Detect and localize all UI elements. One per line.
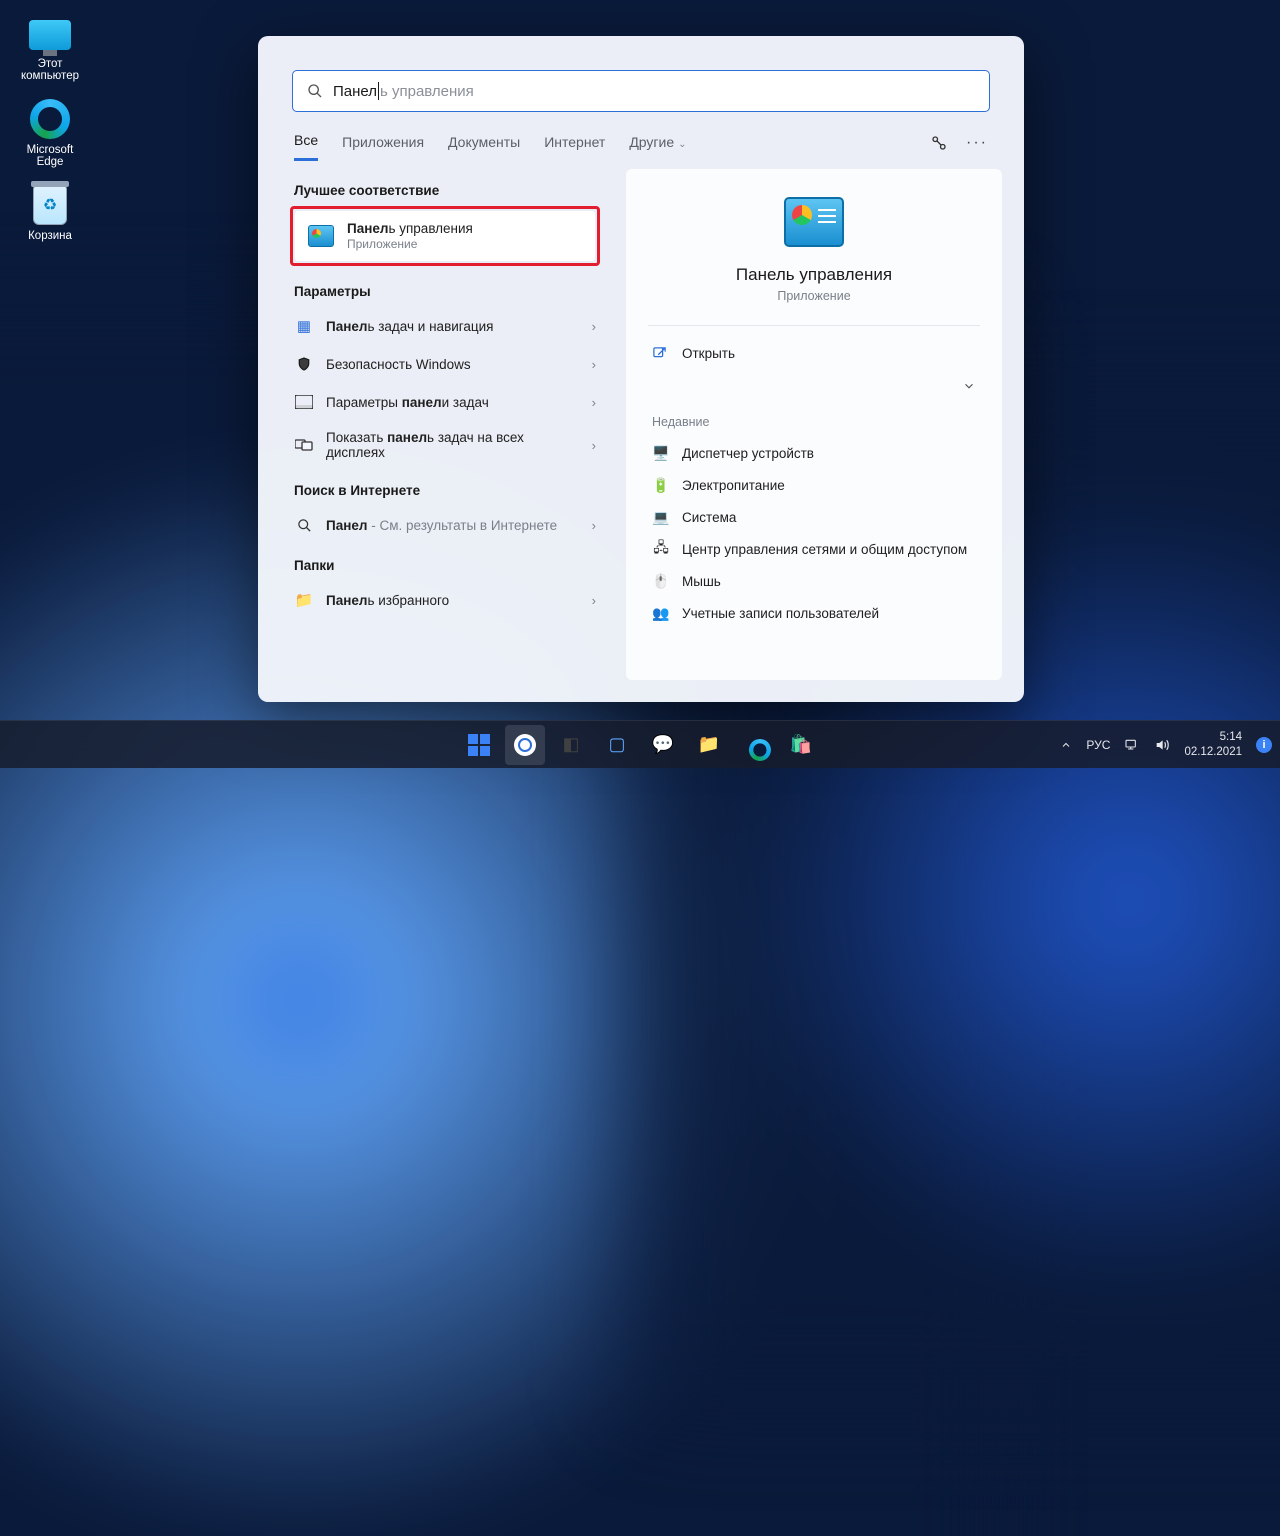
taskbar-task-view[interactable]: ◧ (551, 725, 591, 765)
result-show-taskbar-all-displays[interactable]: Показать панель задач на всех дисплеях › (280, 421, 610, 469)
result-windows-security[interactable]: Безопасность Windows › (280, 345, 610, 383)
section-best-match: Лучшее соответствие (294, 183, 596, 198)
tray-clock[interactable]: 5:14 02.12.2021 (1184, 730, 1242, 759)
taskbar-edge[interactable] (735, 725, 775, 765)
tab-apps[interactable]: Приложения (342, 134, 424, 160)
system-icon: 💻 (652, 508, 670, 526)
section-settings: Параметры (294, 284, 596, 299)
shield-icon (294, 354, 314, 374)
section-folders: Папки (294, 558, 596, 573)
recent-system[interactable]: 💻 Система (648, 501, 980, 533)
widgets-icon: ▢ (608, 734, 625, 755)
power-icon: 🔋 (652, 476, 670, 494)
recent-mouse[interactable]: 🖱️ Мышь (648, 565, 980, 597)
open-action[interactable]: Открыть (648, 336, 980, 371)
desktop-icon-label: Microsoft Edge (8, 144, 92, 168)
open-icon (652, 346, 670, 361)
panel-params-icon (294, 392, 314, 412)
taskbar-store[interactable]: 🛍️ (781, 725, 821, 765)
preview-title: Панель управления (648, 265, 980, 285)
edge-icon (30, 99, 70, 139)
displays-icon (294, 435, 314, 455)
preview-subtitle: Приложение (648, 289, 980, 303)
quick-link-icon[interactable] (930, 134, 948, 152)
recent-power-options[interactable]: 🔋 Электропитание (648, 469, 980, 501)
folder-icon: 📁 (698, 734, 720, 755)
chevron-right-icon: › (592, 357, 596, 372)
search-filter-tabs: Все Приложения Документы Интернет Другие… (258, 112, 1024, 161)
chevron-right-icon: › (592, 395, 596, 410)
chevron-right-icon: › (592, 438, 596, 453)
result-control-panel[interactable]: Панель управления Приложение (295, 211, 595, 261)
desktop-icon-label: Этот компьютер (8, 58, 92, 82)
tab-more[interactable]: Другие⌄ (629, 134, 686, 160)
search-icon (307, 83, 323, 99)
search-input[interactable]: Панель управления (292, 70, 990, 112)
chevron-down-icon (962, 379, 976, 393)
recent-network-center[interactable]: 🖧 Центр управления сетями и общим доступ… (648, 533, 980, 565)
tray-language[interactable]: РУС (1086, 738, 1110, 752)
control-panel-icon (784, 197, 844, 247)
chevron-right-icon: › (592, 319, 596, 334)
edge-icon (749, 738, 771, 760)
chat-icon: 💬 (652, 734, 674, 755)
monitor-icon (29, 20, 71, 50)
store-icon: 🛍️ (790, 734, 812, 755)
tray-notifications-icon[interactable]: i (1256, 737, 1272, 753)
expand-actions[interactable] (648, 371, 980, 401)
result-taskbar-params[interactable]: Параметры панели задач › (280, 383, 610, 421)
chevron-up-icon (1060, 739, 1072, 751)
recent-header: Недавние (652, 415, 976, 429)
tab-documents[interactable]: Документы (448, 134, 520, 160)
device-manager-icon: 🖥️ (652, 444, 670, 462)
more-options-icon[interactable]: ··· (966, 134, 988, 152)
start-button[interactable] (459, 725, 499, 765)
search-icon (514, 734, 536, 756)
tray-volume-icon[interactable] (1154, 737, 1170, 753)
mouse-icon: 🖱️ (652, 572, 670, 590)
chevron-right-icon: › (592, 593, 596, 608)
chevron-down-icon: ⌄ (678, 139, 686, 150)
tray-overflow-button[interactable] (1060, 739, 1072, 751)
taskbar-search-button[interactable] (505, 725, 545, 765)
taskbar-widgets[interactable]: ▢ (597, 725, 637, 765)
recent-device-manager[interactable]: 🖥️ Диспетчер устройств (648, 437, 980, 469)
start-search-panel: Панель управления Все Приложения Докумен… (258, 36, 1024, 702)
desktop-icon-edge[interactable]: Microsoft Edge (6, 92, 94, 178)
highlight-annotation: Панель управления Приложение (290, 206, 600, 266)
result-favorites-bar-folder[interactable]: 📁 Панель избранного › (280, 581, 610, 619)
network-icon: 🖧 (652, 540, 670, 558)
tab-internet[interactable]: Интернет (544, 134, 605, 160)
search-text: Панель управления (333, 82, 474, 100)
taskbar-chat[interactable]: 💬 (643, 725, 683, 765)
folder-icon: 📁 (294, 590, 314, 610)
search-icon (294, 515, 314, 535)
desktop-icon-this-pc[interactable]: Этот компьютер (6, 6, 94, 92)
taskbar-file-explorer[interactable]: 📁 (689, 725, 729, 765)
tab-all[interactable]: Все (294, 132, 318, 161)
result-taskbar-navigation[interactable]: ▦ Панель задач и навигация › (280, 307, 610, 345)
recent-user-accounts[interactable]: 👥 Учетные записи пользователей (648, 597, 980, 629)
recycle-bin-icon (33, 185, 67, 225)
desktop-icon-label: Корзина (8, 230, 92, 242)
taskbar-icon: ▦ (294, 316, 314, 336)
section-web-search: Поиск в Интернете (294, 483, 596, 498)
task-view-icon: ◧ (562, 734, 579, 755)
windows-logo-icon (468, 734, 490, 756)
tray-network-icon[interactable] (1124, 738, 1140, 752)
desktop-icon-recycle-bin[interactable]: Корзина (6, 178, 94, 252)
taskbar: ◧ ▢ 💬 📁 🛍️ РУС 5:14 02.12.2021 i (0, 720, 1280, 768)
chevron-right-icon: › (592, 518, 596, 533)
result-web-search[interactable]: Панел - См. результаты в Интернете › (280, 506, 610, 544)
control-panel-icon (308, 225, 334, 247)
users-icon: 👥 (652, 604, 670, 622)
result-preview-pane: Панель управления Приложение Открыть Нед… (626, 169, 1002, 680)
